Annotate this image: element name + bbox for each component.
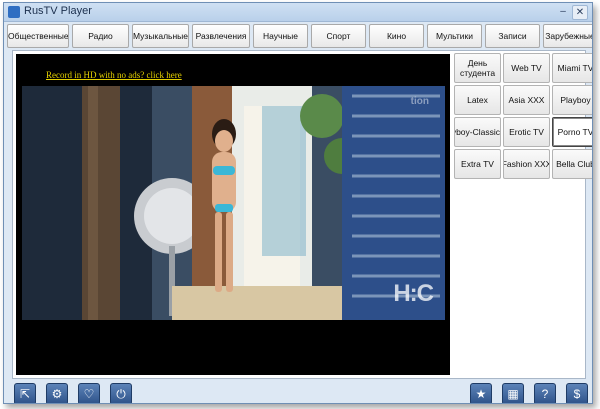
channel-bella-club[interactable]: Bella Club bbox=[552, 149, 592, 179]
window-title: RusTV Player bbox=[24, 5, 92, 17]
main-content: Record in HD with no ads? click here tio… bbox=[12, 50, 592, 379]
channel-porno-tv[interactable]: Porno TV bbox=[552, 117, 592, 147]
tab-obshchestvennye[interactable]: Общественные bbox=[7, 24, 69, 48]
video-frame[interactable]: tion H:C bbox=[22, 86, 445, 320]
help-button[interactable]: ? bbox=[534, 383, 556, 403]
external-link-button[interactable]: ⇱ bbox=[14, 383, 36, 403]
close-button[interactable]: ✕ bbox=[572, 5, 588, 20]
tab-nauchnye[interactable]: Научные bbox=[253, 24, 308, 48]
title-bar[interactable]: RusTV Player – ✕ bbox=[4, 3, 592, 22]
player-window: RusTV Player – ✕ Общественные Радио Музы… bbox=[3, 2, 593, 404]
heart-icon: ♡ bbox=[83, 387, 95, 401]
video-watermark-text: tion bbox=[410, 96, 429, 107]
favorites-button[interactable]: ♡ bbox=[78, 383, 100, 403]
external-link-icon: ⇱ bbox=[19, 387, 31, 401]
tab-zarubezhnye[interactable]: Зарубежные bbox=[543, 24, 592, 48]
tab-muzykalnye[interactable]: Музыкальные bbox=[132, 24, 189, 48]
channel-asia-xxx[interactable]: Asia XXX bbox=[503, 85, 550, 115]
video-panel: Record in HD with no ads? click here tio… bbox=[16, 54, 450, 375]
channel-fashion-xxx[interactable]: Fashion XXX bbox=[503, 149, 550, 179]
tab-kino[interactable]: Кино bbox=[369, 24, 424, 48]
channel-extra-tv[interactable]: Extra TV bbox=[454, 149, 501, 179]
video-image bbox=[22, 86, 445, 320]
star-button[interactable]: ★ bbox=[470, 383, 492, 403]
tab-zapisi[interactable]: Записи bbox=[485, 24, 540, 48]
channel-web-tv[interactable]: Web TV bbox=[503, 53, 550, 83]
category-tabs: Общественные Радио Музыкальные Развлечен… bbox=[7, 24, 592, 48]
tab-multiki[interactable]: Мультики bbox=[427, 24, 482, 48]
bottom-toolbar: ⇱ ⚙ ♡ ⏻ ★ ▦ ? $ bbox=[4, 382, 592, 403]
dollar-icon: $ bbox=[573, 387, 581, 401]
hd-promo-link[interactable]: Record in HD with no ads? click here bbox=[46, 70, 182, 80]
channel-den-studenta[interactable]: День студента bbox=[454, 53, 501, 83]
channel-latex[interactable]: Latex bbox=[454, 85, 501, 115]
help-icon: ? bbox=[541, 387, 549, 401]
app-icon bbox=[8, 6, 20, 18]
channel-playboy-classic[interactable]: Playboy-Classic bbox=[454, 117, 501, 147]
settings-button[interactable]: ⚙ bbox=[46, 383, 68, 403]
channel-miami-tv[interactable]: Miami TV bbox=[552, 53, 592, 83]
channel-playboy[interactable]: Playboy bbox=[552, 85, 592, 115]
channel-logo-watermark: H:C bbox=[393, 280, 434, 307]
channel-grid: День студента Web TV Miami TV Latex Asia… bbox=[454, 53, 592, 179]
tab-radio[interactable]: Радио bbox=[72, 24, 129, 48]
tab-sport[interactable]: Спорт bbox=[311, 24, 366, 48]
channel-erotic-tv[interactable]: Erotic TV bbox=[503, 117, 550, 147]
power-button[interactable]: ⏻ bbox=[110, 383, 132, 403]
grid-view-button[interactable]: ▦ bbox=[502, 383, 524, 403]
tab-razvlecheniya[interactable]: Развлечения bbox=[192, 24, 250, 48]
donate-button[interactable]: $ bbox=[566, 383, 588, 403]
power-icon: ⏻ bbox=[116, 387, 126, 401]
gear-icon: ⚙ bbox=[51, 387, 63, 401]
star-icon: ★ bbox=[475, 387, 487, 401]
minimize-button[interactable]: – bbox=[556, 5, 570, 18]
grid-icon: ▦ bbox=[507, 387, 519, 401]
